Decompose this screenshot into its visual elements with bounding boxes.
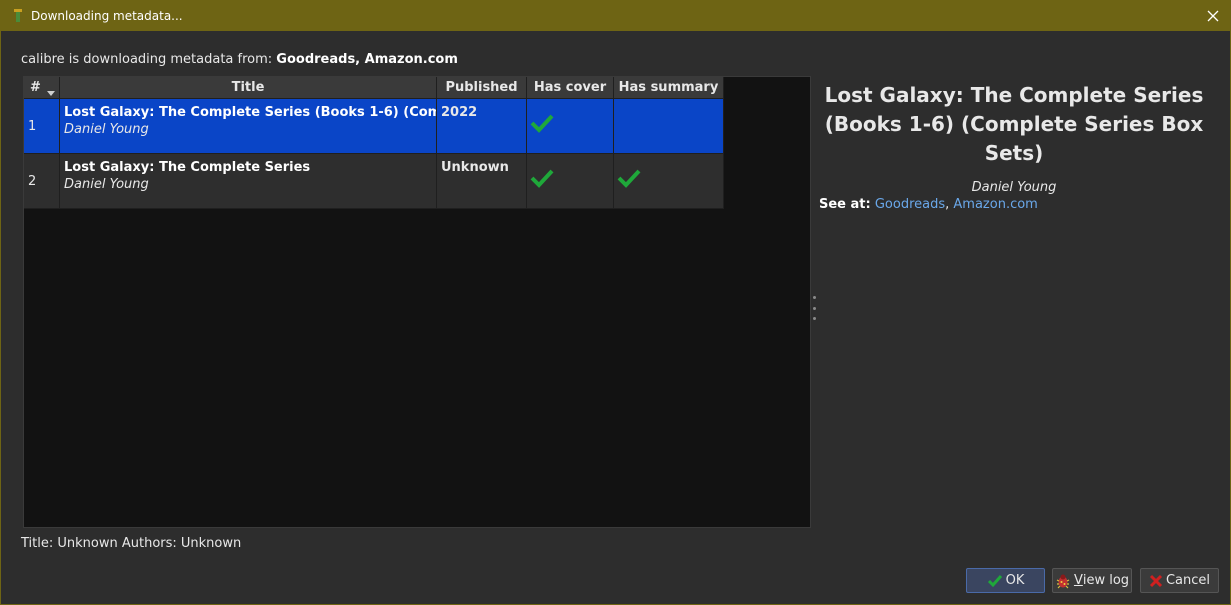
- view-log-mnemonic: V: [1073, 573, 1083, 588]
- book-author: Daniel Young: [64, 177, 149, 192]
- download-status: calibre is downloading metadata from: Go…: [21, 52, 458, 67]
- window-title: Downloading metadata...: [31, 9, 183, 23]
- goodreads-link[interactable]: Goodreads: [875, 197, 945, 212]
- book-title: Lost Galaxy: The Complete Series (Books …: [64, 105, 436, 120]
- row-published: Unknown: [437, 154, 527, 209]
- row-number: 2: [24, 154, 60, 209]
- view-log-button[interactable]: View log: [1052, 568, 1132, 593]
- checkmark-icon: [529, 168, 555, 192]
- row-title-cell: Lost Galaxy: The Complete Series Daniel …: [60, 154, 437, 209]
- row-published: 2022: [437, 99, 527, 154]
- detail-author: Daniel Young: [971, 180, 1057, 195]
- column-header-has-summary[interactable]: Has summary: [614, 77, 724, 99]
- checkmark-icon: [616, 168, 642, 192]
- row-has-cover: [527, 99, 614, 154]
- results-table[interactable]: # Title Published Has cover Has summary …: [23, 76, 811, 528]
- amazon-link[interactable]: Amazon.com: [953, 197, 1037, 212]
- see-at-line: See at: Goodreads, Amazon.com: [819, 197, 1209, 212]
- cancel-x-icon: [1149, 574, 1163, 588]
- column-header-number-label: #: [30, 80, 41, 95]
- ok-button[interactable]: OK: [966, 568, 1045, 593]
- row-number: 1: [24, 99, 60, 154]
- ok-button-label: OK: [1005, 573, 1025, 588]
- splitter-dot: [812, 296, 816, 299]
- splitter-handle[interactable]: [812, 296, 816, 320]
- download-status-prefix: calibre is downloading metadata from:: [21, 52, 277, 67]
- splitter-dot: [812, 306, 816, 310]
- cancel-button-label: Cancel: [1165, 573, 1211, 588]
- row-has-summary: [614, 154, 724, 209]
- column-header-number[interactable]: #: [24, 77, 60, 99]
- table-header: # Title Published Has cover Has summary: [24, 77, 724, 99]
- calibre-app-icon: [9, 7, 27, 25]
- table-row[interactable]: 1 Lost Galaxy: The Complete Series (Book…: [24, 99, 724, 154]
- title-bar[interactable]: Downloading metadata...: [1, 1, 1230, 31]
- cancel-button[interactable]: Cancel: [1140, 568, 1219, 593]
- table-row[interactable]: 2 Lost Galaxy: The Complete Series Danie…: [24, 154, 724, 209]
- book-author: Daniel Young: [64, 122, 149, 137]
- download-sources: Goodreads, Amazon.com: [276, 52, 458, 67]
- book-title: Lost Galaxy: The Complete Series: [64, 160, 311, 175]
- detail-title: Lost Galaxy: The Complete Series (Books …: [824, 83, 1204, 165]
- splitter-dot: [812, 317, 816, 320]
- sort-down-icon: [47, 85, 55, 100]
- row-has-cover: [527, 154, 614, 209]
- column-header-has-cover[interactable]: Has cover: [527, 77, 614, 99]
- row-title-cell: Lost Galaxy: The Complete Series (Books …: [60, 99, 437, 154]
- view-log-button-label: iew log: [1082, 573, 1130, 588]
- bug-icon: [1055, 573, 1071, 589]
- row-has-summary: [614, 99, 724, 154]
- close-icon[interactable]: [1202, 5, 1224, 27]
- column-header-published[interactable]: Published: [437, 77, 527, 99]
- current-book-status: Title: Unknown Authors: Unknown: [21, 536, 242, 551]
- dialog-window: Downloading metadata... calibre is downl…: [0, 0, 1231, 605]
- column-header-title[interactable]: Title: [60, 77, 437, 99]
- checkmark-icon: [987, 574, 1003, 588]
- details-panel: Lost Galaxy: The Complete Series (Books …: [819, 81, 1209, 212]
- see-at-label: See at:: [819, 197, 871, 212]
- checkmark-icon: [529, 113, 555, 137]
